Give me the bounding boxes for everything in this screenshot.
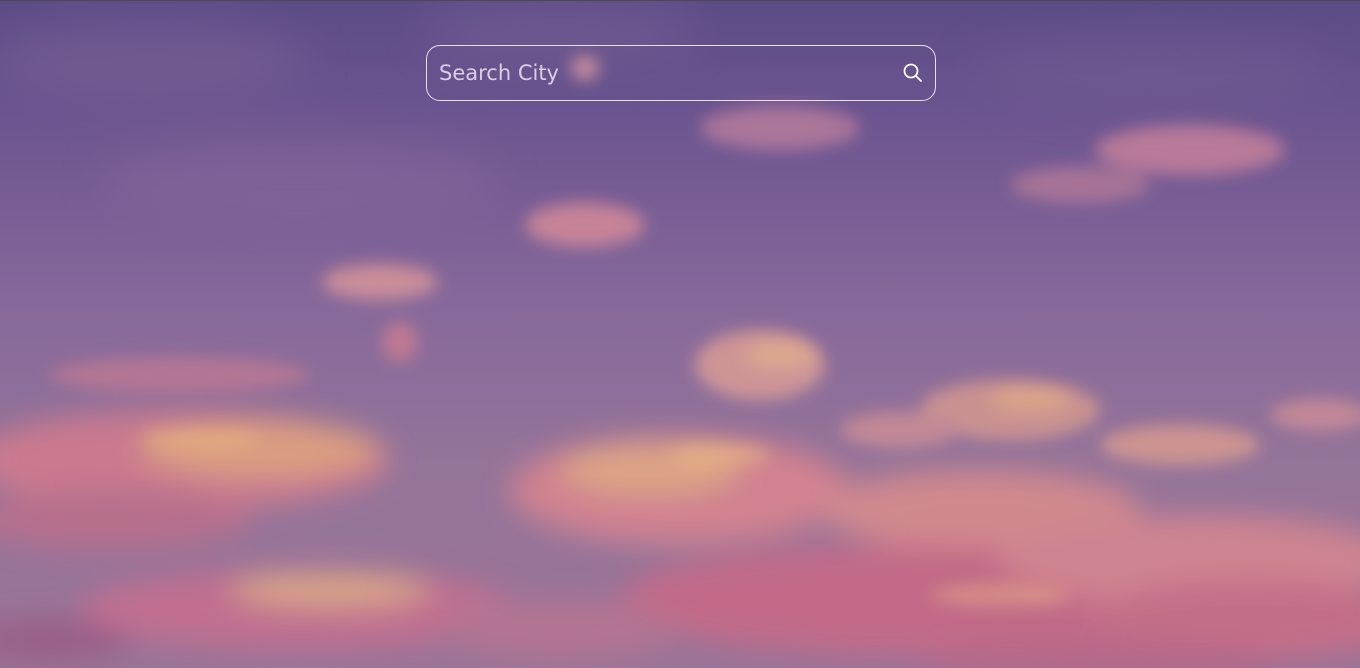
search-icon: [903, 63, 922, 82]
top-border: [0, 0, 1360, 1]
search-button[interactable]: [891, 46, 935, 100]
search-bar: [426, 45, 936, 101]
search-input[interactable]: [427, 46, 891, 100]
